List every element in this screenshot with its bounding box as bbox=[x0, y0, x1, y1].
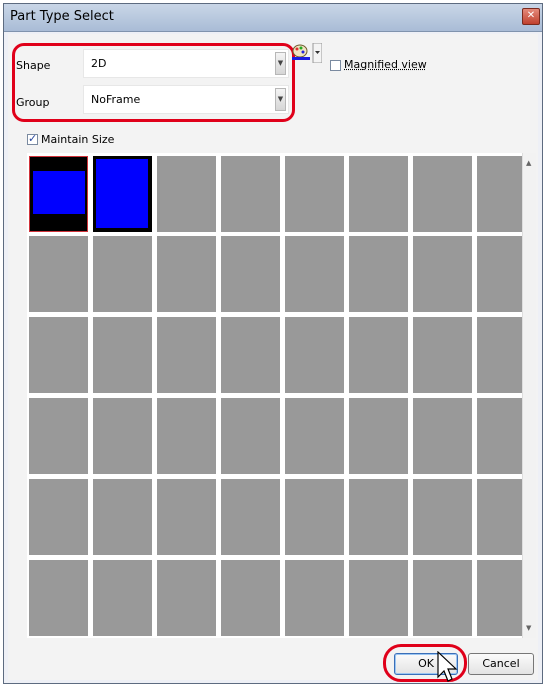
part-cell-empty[interactable] bbox=[157, 560, 216, 636]
chevron-up-icon[interactable]: ▲ bbox=[526, 159, 531, 167]
part-cell-empty[interactable] bbox=[157, 398, 216, 474]
part-cell-empty[interactable] bbox=[349, 479, 408, 555]
part-cell-empty[interactable] bbox=[93, 479, 152, 555]
part-cell-empty[interactable] bbox=[93, 398, 152, 474]
part-cell-empty[interactable] bbox=[157, 479, 216, 555]
chevron-down-icon[interactable]: ▼ bbox=[526, 624, 531, 632]
part-type-select-dialog: Part Type Select ✕ Shape 2D ▼ Group NoFr… bbox=[3, 3, 543, 684]
part-grid bbox=[27, 153, 536, 638]
part-cell-empty[interactable] bbox=[221, 317, 280, 393]
part-cell-empty[interactable] bbox=[349, 560, 408, 636]
part-cell-empty[interactable] bbox=[349, 236, 408, 312]
magnified-view-checkbox[interactable] bbox=[330, 60, 341, 71]
part-cell-empty[interactable] bbox=[221, 156, 280, 232]
maintain-size-checkbox[interactable] bbox=[27, 132, 38, 145]
part-cell-empty[interactable] bbox=[93, 560, 152, 636]
part-cell-empty[interactable] bbox=[413, 479, 472, 555]
title-bar[interactable]: Part Type Select ✕ bbox=[4, 4, 542, 32]
part-cell-empty[interactable] bbox=[285, 236, 344, 312]
part-cell-noframe-2[interactable] bbox=[93, 156, 152, 232]
maintain-size-label: Maintain Size bbox=[41, 133, 115, 146]
part-cell-empty[interactable] bbox=[349, 156, 408, 232]
part-cell-empty[interactable] bbox=[93, 236, 152, 312]
part-cell-empty[interactable] bbox=[285, 398, 344, 474]
palette-button[interactable] bbox=[291, 42, 323, 64]
part-cell-empty[interactable] bbox=[157, 236, 216, 312]
part-cell-empty[interactable] bbox=[93, 317, 152, 393]
grid-scrollbar[interactable]: ▲ ▼ bbox=[522, 153, 536, 638]
part-cell-empty[interactable] bbox=[157, 156, 216, 232]
part-cell-empty[interactable] bbox=[349, 398, 408, 474]
close-icon[interactable]: ✕ bbox=[522, 8, 540, 25]
part-cell-empty[interactable] bbox=[413, 560, 472, 636]
part-cell-empty[interactable] bbox=[221, 479, 280, 555]
cancel-button[interactable]: Cancel bbox=[468, 653, 534, 675]
part-cell-empty[interactable] bbox=[413, 156, 472, 232]
part-cell-empty[interactable] bbox=[221, 560, 280, 636]
part-cell-empty[interactable] bbox=[157, 317, 216, 393]
magnified-view-label[interactable]: Magnified view bbox=[344, 58, 427, 71]
part-cell-empty[interactable] bbox=[285, 156, 344, 232]
part-cell-empty[interactable] bbox=[221, 236, 280, 312]
part-cell-empty[interactable] bbox=[413, 398, 472, 474]
window-title: Part Type Select bbox=[10, 9, 114, 24]
part-cell-empty[interactable] bbox=[413, 317, 472, 393]
part-cell-empty[interactable] bbox=[29, 236, 88, 312]
mouse-pointer-icon bbox=[437, 651, 458, 682]
part-cell-empty[interactable] bbox=[413, 236, 472, 312]
part-cell-empty[interactable] bbox=[285, 479, 344, 555]
part-cell-empty[interactable] bbox=[29, 479, 88, 555]
part-cell-empty[interactable] bbox=[285, 560, 344, 636]
part-cell-empty[interactable] bbox=[29, 398, 88, 474]
part-cell-empty[interactable] bbox=[285, 317, 344, 393]
part-cell-empty[interactable] bbox=[29, 317, 88, 393]
palette-icon bbox=[292, 42, 323, 64]
part-swatch bbox=[33, 171, 85, 214]
part-cell-empty[interactable] bbox=[29, 560, 88, 636]
part-cell-empty[interactable] bbox=[349, 317, 408, 393]
part-swatch bbox=[96, 159, 148, 228]
part-cell-noframe-1[interactable] bbox=[29, 156, 88, 232]
shape-group-highlight bbox=[12, 43, 295, 122]
dialog-body: Shape 2D ▼ Group NoFrame ▼ Magnified vie… bbox=[8, 34, 538, 682]
part-cell-empty[interactable] bbox=[221, 398, 280, 474]
